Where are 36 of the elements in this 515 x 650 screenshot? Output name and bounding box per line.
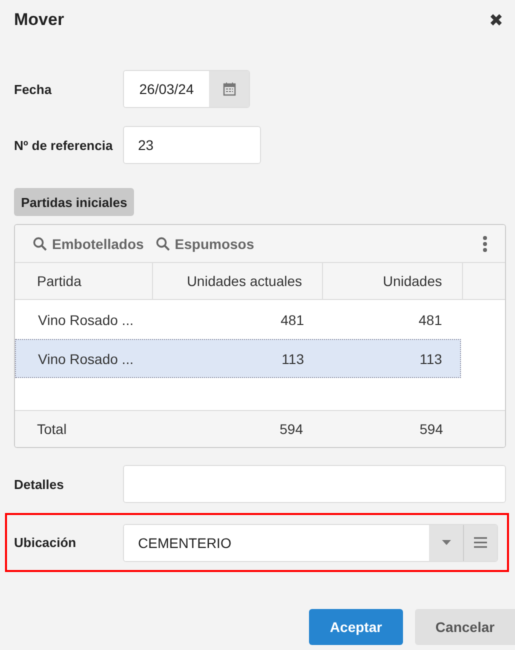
table-cell-text: 113: [418, 350, 443, 368]
menu-icon: [474, 537, 487, 548]
column-header[interactable]: Unidades: [323, 263, 463, 300]
cancel-button[interactable]: Cancelar: [415, 609, 515, 645]
field-label: Detalles: [14, 476, 65, 492]
calendar-button[interactable]: [209, 71, 249, 107]
table-cell-text: 481: [418, 310, 443, 330]
calendar-icon: [222, 82, 236, 96]
search-icon: [156, 236, 170, 250]
search-icon: [33, 236, 47, 250]
field-label: Ubicación: [14, 535, 78, 550]
search-filter-button[interactable]: Espumosos: [156, 236, 254, 252]
field-label: Nº de referencia: [14, 138, 114, 152]
more-options-icon[interactable]: [483, 236, 487, 252]
window-title: Mover: [14, 10, 64, 30]
list-button[interactable]: [463, 524, 497, 560]
table-cell-text: Vino Rosado ...: [37, 310, 134, 330]
total-cell-text: 594: [278, 420, 304, 439]
close-button[interactable]: ✖: [489, 10, 503, 30]
section-button[interactable]: Partidas iniciales: [14, 188, 134, 216]
field-label: Fecha: [14, 82, 53, 96]
reference-field[interactable]: 23: [123, 126, 261, 164]
location-select[interactable]: CEMENTERIO: [123, 524, 498, 562]
table-cell-text: Vino Rosado ...: [37, 350, 134, 368]
total-cell-text: 594: [418, 420, 444, 439]
table-cell-text: 113: [280, 350, 305, 368]
date-field[interactable]: 26/03/24: [123, 70, 250, 108]
table-row[interactable]: Vino Rosado ... 113 113: [15, 339, 461, 378]
search-filter-button[interactable]: Embotellados: [33, 236, 144, 252]
accept-button[interactable]: Aceptar: [309, 609, 403, 645]
total-cell-text: Total: [36, 420, 68, 439]
details-field[interactable]: [123, 465, 506, 503]
column-header[interactable]: Unidades actuales: [153, 263, 323, 300]
caret-icon: [442, 540, 450, 545]
table-cell-text: 481: [280, 310, 305, 330]
column-header[interactable]: Partida: [15, 263, 153, 300]
